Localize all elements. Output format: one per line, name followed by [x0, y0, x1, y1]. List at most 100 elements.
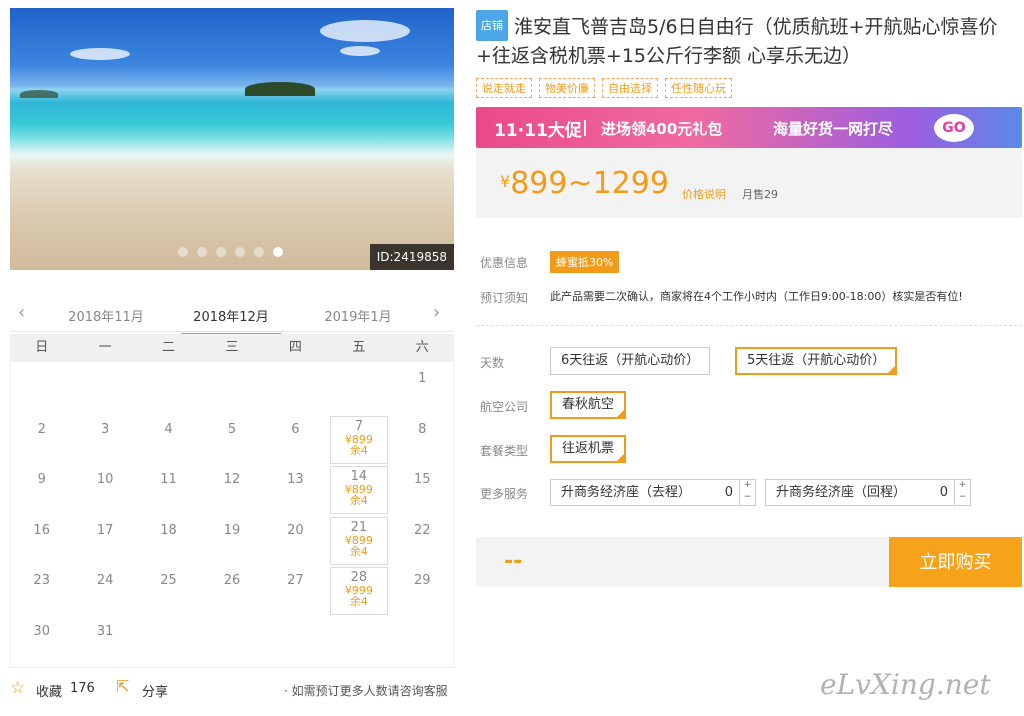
- service-name: 升商务经济座（去程）: [561, 485, 692, 500]
- calendar-day: 13: [266, 466, 324, 514]
- product-title: 店铺 淮安直飞普吉岛5/6日自由行（优质航班+开航贴心惊喜价+往返含税机票+15公…: [476, 10, 1021, 71]
- plus-icon[interactable]: +: [744, 480, 752, 490]
- carousel-dot[interactable]: [273, 247, 283, 257]
- calendar-day: 24: [76, 567, 134, 615]
- day-number: 16: [33, 522, 50, 538]
- calendar-day: 16: [13, 517, 71, 565]
- day-number: 22: [414, 522, 431, 538]
- calendar-day: 26: [203, 567, 261, 615]
- feature-tag: 任性随心玩: [665, 78, 732, 98]
- feature-tag: 自由选择: [602, 78, 658, 98]
- consult-note: · 如需预订更多人数请咨询客服: [284, 684, 448, 698]
- day-number: 14: [350, 469, 368, 484]
- services-label: 更多服务: [480, 487, 529, 501]
- discount-badge: 蜂蜜抵30%: [550, 251, 620, 273]
- product-image[interactable]: ID:2419858: [10, 8, 454, 270]
- feature-tag: 说走就走: [476, 78, 532, 98]
- calendar-day: 5: [203, 416, 261, 464]
- days-option[interactable]: 6天往返（开航心动价）: [550, 347, 711, 375]
- feature-tag: 物美价廉: [539, 78, 595, 98]
- calendar-day: 20: [266, 517, 324, 565]
- calendar-day: 10: [76, 466, 134, 514]
- divider: [476, 325, 1022, 326]
- calendar-day: 2: [13, 416, 71, 464]
- service-stepper: 升商务经济座（去程） 0 + −: [550, 479, 756, 506]
- month-selector: ‹ 2018年11月 2018年12月 2019年1月 ›: [10, 298, 454, 335]
- stepper-buttons: + −: [739, 479, 755, 506]
- day-remaining: 余4: [349, 443, 368, 457]
- package-option-selected[interactable]: 往返机票: [550, 435, 627, 463]
- cloud-decoration: [340, 46, 380, 56]
- calendar-day: 6: [266, 416, 324, 464]
- carousel-dots: [178, 247, 283, 257]
- calendar-day-available[interactable]: 7 ¥899 余4: [329, 415, 388, 464]
- calendar-day: 3: [76, 416, 134, 464]
- calendar-day: 12: [203, 466, 261, 514]
- share-label[interactable]: 分享: [142, 681, 168, 700]
- calendar-day: 4: [140, 416, 198, 464]
- calendar-day: 8: [393, 416, 451, 464]
- day-number: 9: [37, 472, 46, 487]
- notice-label: 预订须知: [480, 291, 529, 305]
- calendar-day: 23: [13, 567, 71, 615]
- quantity-input[interactable]: 0: [725, 480, 733, 505]
- weekday-label: 一: [98, 340, 112, 355]
- minus-icon[interactable]: −: [744, 492, 752, 502]
- calendar-day-available[interactable]: 28 ¥999 余4: [329, 567, 388, 615]
- day-number: 25: [160, 573, 177, 588]
- calendar-day: 17: [76, 517, 134, 565]
- monthly-sales: 月售29: [742, 188, 778, 201]
- day-number: 6: [291, 421, 300, 437]
- favorite-label[interactable]: 收藏: [36, 681, 62, 700]
- month-prev[interactable]: 2018年11月: [56, 306, 156, 325]
- buy-bar: -- 立即购买: [476, 537, 1022, 587]
- days-label: 天数: [480, 356, 505, 370]
- calendar-day-available[interactable]: 21 ¥899 余4: [329, 516, 388, 565]
- chevron-right-icon[interactable]: ›: [433, 302, 440, 323]
- go-button[interactable]: GO: [934, 114, 974, 142]
- carousel-dot[interactable]: [235, 247, 245, 257]
- calendar-grid: 1 2 3 4 5 6 7 ¥899 余4 8 9 10 11 12 13 14 ¥899 余4 15 16 17 18 1…: [10, 362, 454, 668]
- day-number: 4: [164, 421, 173, 437]
- notice-text: 此产品需要二次确认，商家将在4个工作小时内（工作日9:00-18:00）核实是否…: [550, 290, 963, 303]
- promo-slogan: 海量好货一网打尽: [773, 120, 894, 138]
- carousel-dot[interactable]: [197, 247, 207, 257]
- plus-icon[interactable]: +: [959, 480, 967, 490]
- carousel-dot[interactable]: [216, 247, 226, 257]
- star-icon[interactable]: ☆: [10, 678, 25, 698]
- share-icon[interactable]: ⇱: [116, 677, 129, 696]
- island-decoration: [245, 82, 315, 96]
- days-option-selected[interactable]: 5天往返（开航心动价）: [735, 347, 898, 375]
- day-remaining: 余4: [349, 494, 368, 507]
- month-next[interactable]: 2019年1月: [308, 306, 408, 325]
- calendar-day-available[interactable]: 14 ¥899 余4: [329, 466, 388, 514]
- image-id-label: ID:2419858: [369, 244, 454, 270]
- price-value: 899~1299: [510, 166, 669, 201]
- minus-icon[interactable]: −: [959, 492, 967, 502]
- day-remaining: 余4: [349, 544, 368, 558]
- day-number: 1: [418, 371, 427, 386]
- favorite-count: 176: [70, 681, 95, 696]
- carousel-dot[interactable]: [178, 247, 188, 257]
- promo-banner[interactable]: 11·11大促 | 进场领400元礼包 海量好货一网打尽 GO: [476, 107, 1022, 148]
- day-number: 23: [33, 573, 50, 588]
- chevron-left-icon[interactable]: ‹: [18, 302, 25, 323]
- airline-label: 航空公司: [480, 400, 529, 414]
- calendar-day: 18: [140, 517, 198, 565]
- total-price: --: [504, 549, 523, 574]
- day-number: 2: [37, 421, 46, 437]
- day-number: 15: [414, 472, 431, 487]
- airline-option-selected[interactable]: 春秋航空: [550, 391, 627, 419]
- quantity-input[interactable]: 0: [940, 480, 948, 505]
- day-number: 13: [287, 472, 304, 487]
- feature-tags: 说走就走 物美价廉 自由选择 任性随心玩: [476, 78, 732, 98]
- day-number: 12: [223, 472, 241, 487]
- carousel-dot[interactable]: [254, 247, 264, 257]
- weekday-label: 五: [352, 340, 366, 355]
- price-note-link[interactable]: 价格说明: [682, 186, 726, 202]
- service-stepper: 升商务经济座（回程） 0 + −: [765, 479, 971, 506]
- day-number: 7: [354, 418, 363, 434]
- buy-now-button[interactable]: 立即购买: [889, 537, 1022, 587]
- month-current[interactable]: 2018年12月: [181, 306, 281, 335]
- shop-tag[interactable]: 店铺: [476, 10, 508, 41]
